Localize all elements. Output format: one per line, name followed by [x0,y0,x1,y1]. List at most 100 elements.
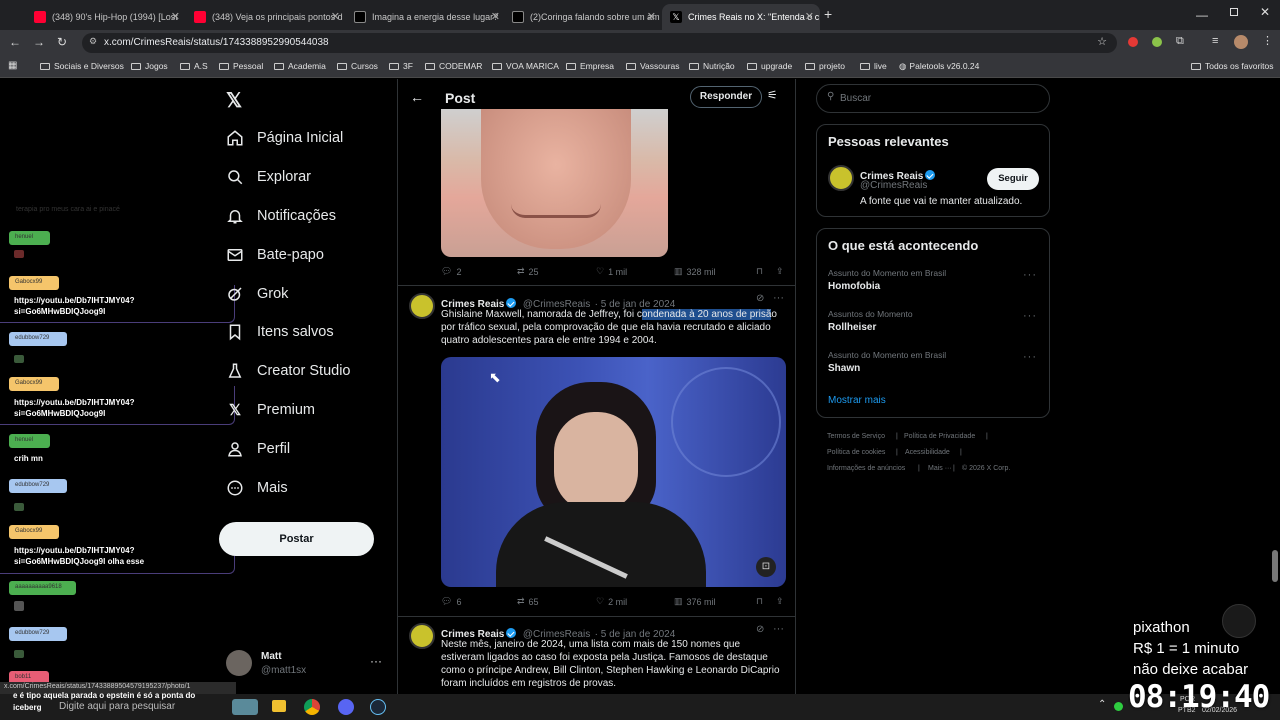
more-dots-icon[interactable]: ··· [773,292,784,304]
reply-button[interactable]: Responder [690,86,762,108]
close-icon[interactable]: ✕ [647,10,656,23]
file-explorer-icon[interactable] [272,700,286,712]
image-expand-icon[interactable]: ⊡ [756,557,776,577]
bookmark-item[interactable]: Jogos [131,61,168,71]
trend-more-icon[interactable]: ··· [1023,269,1037,281]
retweet-action[interactable]: ⇄ 25 [517,266,596,277]
grok-icon[interactable]: ⊘ [756,624,764,635]
tweet-image[interactable] [441,109,668,257]
close-icon[interactable]: ✕ [491,10,500,23]
all-bookmarks[interactable]: Todos os favoritos [1191,61,1274,71]
follow-button[interactable]: Seguir [987,168,1039,190]
nav-notifications[interactable]: Notificações [226,204,336,228]
trend-more-icon[interactable]: ··· [1023,351,1037,363]
tray-status-icon[interactable] [1114,702,1123,711]
menu-icon[interactable]: ≡ [1212,35,1218,47]
tab-4[interactable]: (2)Coringa falando sobre um am ✕ [504,4,662,30]
retweet-action[interactable]: ⇄ 65 [517,596,596,607]
url-input[interactable]: ⚙ x.com/CrimesReais/status/1743388952990… [82,33,1117,53]
close-icon[interactable]: ✕ [805,10,814,23]
bookmark-item[interactable]: A.S [180,61,208,71]
bookmark-item[interactable]: Nutrição [689,61,735,71]
views-action[interactable]: ▥ 328 mil [674,266,756,277]
trend-item[interactable]: Assunto do Momento em Brasil Homofobia [828,268,1043,298]
profile-avatar[interactable] [1234,35,1248,49]
bookmark-item[interactable]: upgrade [747,61,792,71]
floating-message-button[interactable] [1222,604,1256,638]
like-action[interactable]: ♡ 2 mil [596,596,674,607]
reply-action[interactable]: 💬︎ 2 [441,266,517,277]
views-action[interactable]: ▥ 376 mil [674,596,756,607]
tab-2[interactable]: (348) Veja os principais pontos d ✕ [186,4,346,30]
footer-link[interactable]: Mais ··· [928,465,952,472]
bookmark-item[interactable]: projeto [805,61,845,71]
avatar[interactable] [409,293,435,319]
reload-icon[interactable]: ↻ [57,35,67,49]
nav-explore[interactable]: Explorar [226,165,311,189]
share-action[interactable]: ⇪ [776,596,784,607]
bookmark-item[interactable]: CODEMAR [425,61,482,71]
close-icon[interactable]: ✕ [171,10,180,23]
chrome-icon[interactable] [304,699,320,715]
nav-premium[interactable]: 𝕏 Premium [226,398,315,422]
star-icon[interactable]: ☆ [1097,35,1107,48]
window-close-icon[interactable]: ✕ [1260,5,1270,19]
footer-link[interactable]: Informações de anúncios [827,465,905,472]
search-input[interactable]: ⚲ Buscar [816,84,1050,113]
taskbar-search-input[interactable]: Digite aqui para pesquisar [59,701,175,712]
bookmark-item[interactable]: Academia [274,61,326,71]
trend-more-icon[interactable]: ··· [1023,310,1037,322]
avatar[interactable] [828,165,854,191]
footer-link[interactable]: Acessibilidade [905,449,950,456]
bookmark-item[interactable]: Pessoal [219,61,263,71]
scrollbar-thumb[interactable] [1272,550,1278,582]
discord-icon[interactable] [338,699,354,715]
nav-grok[interactable]: Grok [226,282,288,306]
nav-profile[interactable]: Perfil [226,437,290,461]
footer-link[interactable]: Política de Privacidade [904,433,975,440]
tweet-image[interactable]: ⊡ [441,357,786,587]
share-action[interactable]: ⇪ [776,266,784,277]
bookmark-action[interactable]: ⊓ [756,266,776,277]
reply-action[interactable]: 💬︎ 6 [441,596,517,607]
tray-chevron-icon[interactable]: ⌃ [1098,699,1106,710]
show-more-link[interactable]: Mostrar mais [828,395,886,406]
back-arrow-icon[interactable]: ← [410,89,424,105]
extension-icon[interactable] [1128,37,1138,47]
bookmark-item[interactable]: VOA MARICA [492,61,559,71]
nav-home[interactable]: Página Inicial [226,126,343,150]
forward-icon[interactable]: → [33,35,45,49]
footer-link[interactable]: Termos de Serviço [827,433,885,440]
bookmark-item[interactable]: Vassouras [626,61,680,71]
nav-creator-studio[interactable]: Creator Studio [226,359,351,383]
extensions-icon[interactable]: ⧉ [1176,35,1184,48]
bookmark-item[interactable]: live [860,61,887,71]
post-button[interactable]: Postar [219,522,374,556]
nav-more[interactable]: Mais [226,476,288,500]
new-tab-button[interactable]: + [824,6,832,22]
close-icon[interactable]: ✕ [331,10,340,23]
tab-3[interactable]: Imagina a energia desse lugar? ✕ [346,4,506,30]
tab-5-active[interactable]: 𝕏 Crimes Reais no X: "Entenda o c ✕ [662,4,820,30]
minimize-icon[interactable]: — [1196,8,1208,22]
grok-icon[interactable]: ⊘ [756,293,764,304]
trend-item[interactable]: Assunto do Momento em Brasil Shawn [828,350,1043,380]
x-logo-icon[interactable]: 𝕏 [226,88,242,113]
nav-messages[interactable]: Bate-papo [226,243,324,267]
trend-item[interactable]: Assuntos do Momento Rollheiser [828,309,1043,339]
site-info-icon[interactable]: ⚙ [89,36,97,47]
more-dots-icon[interactable]: ··· [370,654,382,668]
footer-link[interactable]: Política de cookies [827,449,885,456]
widget-icon[interactable] [232,699,258,715]
more-icon[interactable]: ⋮ [1262,34,1273,47]
avatar[interactable] [409,623,435,649]
steam-icon[interactable] [370,699,386,715]
back-icon[interactable]: ← [9,35,21,49]
nav-bookmarks[interactable]: Itens salvos [226,320,334,344]
bookmark-action[interactable]: ⊓ [756,596,776,607]
extension-icon[interactable] [1152,37,1162,47]
bookmark-item[interactable]: ◍ Paletools v26.0.24 [899,61,979,72]
tab-1[interactable]: (348) 90's Hip-Hop (1994) [Lost ✕ [26,4,186,30]
more-dots-icon[interactable]: ··· [773,623,784,635]
account-switcher[interactable]: Matt @matt1sx ··· [226,648,386,682]
